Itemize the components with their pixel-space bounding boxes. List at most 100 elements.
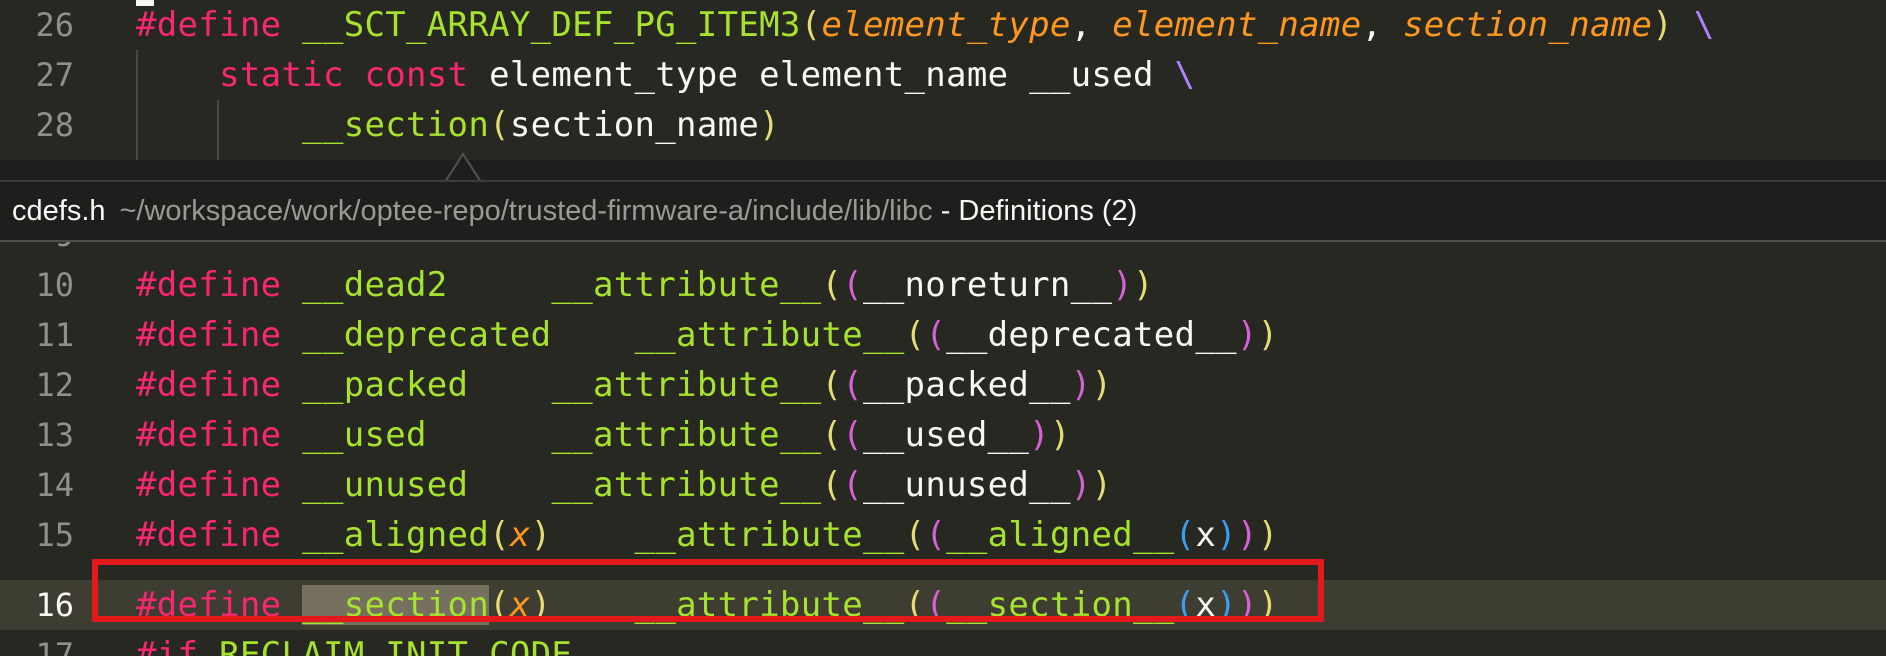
code-line-11[interactable]: 11 #define __deprecated __attribute__((_… — [0, 310, 1886, 360]
code-token[interactable] — [427, 415, 552, 455]
code-token[interactable]: ) — [1258, 515, 1279, 555]
code-token[interactable]: __unused — [302, 465, 468, 505]
code-token[interactable]: ) — [1071, 365, 1092, 405]
code-line-15[interactable]: 15 #define __aligned(x) __attribute__((_… — [0, 510, 1886, 560]
code-text[interactable]: #if RECLAIM_INIT_CODE — [136, 630, 572, 656]
code-token[interactable]: ( — [821, 415, 842, 455]
code-token[interactable] — [551, 515, 634, 555]
code-token[interactable]: ( — [489, 105, 510, 145]
code-line-26[interactable]: 26 #define __SCT_ARRAY_DEF_PG_ITEM3(elem… — [0, 0, 1886, 50]
code-token[interactable]: x — [1195, 515, 1216, 555]
code-token[interactable]: ) — [1237, 315, 1258, 355]
code-token[interactable]: element_type — [821, 5, 1070, 45]
code-token[interactable]: __SCT_ARRAY_DEF_PG_ITEM3 — [302, 5, 800, 45]
code-line-17[interactable]: 17 #if RECLAIM_INIT_CODE — [0, 630, 1886, 656]
code-token[interactable]: ) — [1652, 5, 1694, 45]
code-line-14[interactable]: 14 #define __unused __attribute__((__unu… — [0, 460, 1886, 510]
code-line-28[interactable]: 28 __section(section_name) — [0, 100, 1886, 150]
code-token[interactable]: ( — [905, 315, 926, 355]
code-line-27[interactable]: 27 static const element_type element_nam… — [0, 50, 1886, 100]
code-text[interactable]: #define __unused __attribute__((__unused… — [136, 460, 1112, 510]
code-token[interactable]: , — [1361, 5, 1403, 45]
code-line-13[interactable]: 13 #define __used __attribute__((__used_… — [0, 410, 1886, 460]
code-token[interactable]: RECLAIM_INIT_CODE — [219, 635, 572, 656]
code-token[interactable]: ( — [801, 5, 822, 45]
code-text[interactable]: #define __dead2 __attribute__((__noretur… — [136, 260, 1154, 310]
code-token[interactable]: __aligned__ — [946, 515, 1174, 555]
code-token[interactable]: #define — [136, 5, 302, 45]
code-token[interactable] — [136, 105, 302, 145]
code-token[interactable]: __dead2 — [302, 265, 447, 305]
code-token[interactable]: ( — [821, 365, 842, 405]
code-token[interactable]: __packed — [302, 365, 468, 405]
code-token[interactable] — [448, 265, 552, 305]
code-token[interactable]: ( — [821, 465, 842, 505]
code-token[interactable]: ) — [759, 105, 780, 145]
code-token[interactable]: #define — [136, 365, 302, 405]
code-token[interactable]: #define — [136, 415, 302, 455]
code-token[interactable]: __attribute__ — [635, 515, 905, 555]
code-token[interactable]: __packed__ — [863, 365, 1071, 405]
code-text[interactable]: #define __deprecated __attribute__((__de… — [136, 310, 1278, 360]
code-token[interactable]: ( — [925, 315, 946, 355]
code-token[interactable]: __attribute__ — [551, 265, 821, 305]
code-token[interactable]: ( — [905, 515, 926, 555]
code-token[interactable]: ) — [1029, 415, 1050, 455]
code-token[interactable]: __deprecated — [302, 315, 551, 355]
code-token[interactable]: ( — [925, 515, 946, 555]
peek-definition-header[interactable]: cdefs.h ~/workspace/work/optee-repo/trus… — [0, 180, 1886, 242]
code-token[interactable]: static const — [219, 55, 489, 95]
code-token[interactable] — [468, 465, 551, 505]
code-token[interactable]: \ — [1175, 55, 1196, 95]
code-token[interactable]: , — [1071, 5, 1113, 45]
code-line-10[interactable]: 10 #define __dead2 __attribute__((__nore… — [0, 260, 1886, 310]
code-token[interactable]: ) — [1216, 515, 1237, 555]
code-token[interactable]: element_name — [1112, 5, 1361, 45]
code-token[interactable]: #define — [136, 515, 302, 555]
code-text[interactable]: #define __packed __attribute__((__packed… — [136, 360, 1112, 410]
code-token[interactable]: __aligned — [302, 515, 489, 555]
code-token[interactable]: ) — [531, 515, 552, 555]
top-editor-pane[interactable]: 26 #define __SCT_ARRAY_DEF_PG_ITEM3(elem… — [0, 0, 1886, 160]
code-token[interactable] — [468, 365, 551, 405]
code-token[interactable] — [136, 55, 219, 95]
code-token[interactable]: ( — [842, 365, 863, 405]
code-token[interactable]: #define — [136, 315, 302, 355]
code-token[interactable]: ) — [1071, 465, 1092, 505]
code-token[interactable]: #define — [136, 265, 302, 305]
code-text[interactable]: __section(section_name) — [136, 100, 780, 150]
code-token[interactable]: __section — [302, 105, 489, 145]
code-text[interactable]: static const element_type element_name _… — [136, 50, 1195, 100]
code-token[interactable]: section_name — [1403, 5, 1652, 45]
code-text[interactable]: #define __used __attribute__((__used__)) — [136, 410, 1071, 460]
code-token[interactable]: ) — [1133, 265, 1154, 305]
code-line-12[interactable]: 12 #define __packed __attribute__((__pac… — [0, 360, 1886, 410]
code-token[interactable]: __unused__ — [863, 465, 1071, 505]
code-token[interactable]: ( — [842, 415, 863, 455]
code-token[interactable]: section_name — [510, 105, 759, 145]
code-token[interactable]: __used__ — [863, 415, 1029, 455]
code-token[interactable]: __used — [302, 415, 427, 455]
code-token[interactable]: ) — [1092, 365, 1113, 405]
code-token[interactable]: ( — [842, 465, 863, 505]
code-text[interactable]: #define __SCT_ARRAY_DEF_PG_ITEM3(element… — [136, 0, 1715, 50]
code-token[interactable]: __noreturn__ — [863, 265, 1112, 305]
code-token[interactable]: ( — [821, 265, 842, 305]
peek-file-name[interactable]: cdefs.h — [12, 195, 106, 228]
code-token[interactable]: \ — [1694, 5, 1715, 45]
code-token[interactable]: ) — [1258, 315, 1279, 355]
code-token[interactable]: __attribute__ — [551, 465, 821, 505]
code-token[interactable]: #if — [136, 635, 219, 656]
code-token[interactable]: x — [510, 515, 531, 555]
code-token[interactable]: ) — [1112, 265, 1133, 305]
code-token[interactable]: ) — [1092, 465, 1113, 505]
code-token[interactable]: ( — [489, 515, 510, 555]
code-token[interactable]: __attribute__ — [551, 415, 821, 455]
code-token[interactable] — [551, 315, 634, 355]
code-text[interactable]: #define __aligned(x) __attribute__((__al… — [136, 510, 1279, 560]
code-token[interactable]: ( — [842, 265, 863, 305]
code-token[interactable]: ) — [1237, 515, 1258, 555]
code-token[interactable]: #define — [136, 465, 302, 505]
code-token[interactable]: ) — [1050, 415, 1071, 455]
code-token[interactable]: ( — [1175, 515, 1196, 555]
